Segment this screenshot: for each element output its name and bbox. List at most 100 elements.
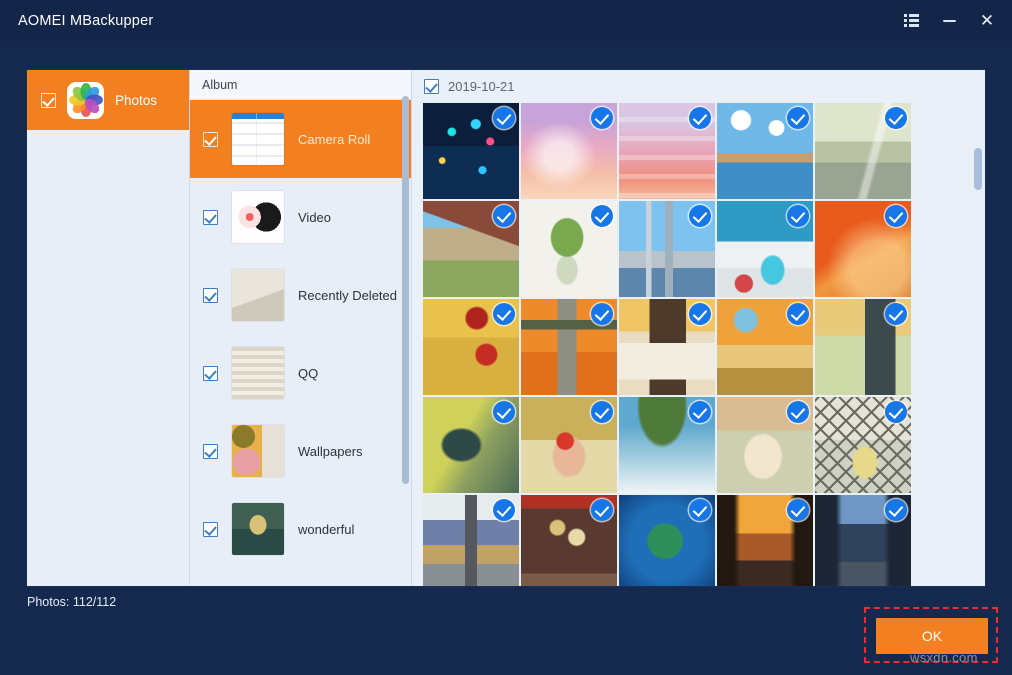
photo-thumbnail[interactable]	[521, 299, 617, 395]
album-item-label: Recently Deleted	[298, 288, 397, 303]
album-item-label: Video	[298, 210, 331, 225]
album-item-wallpapers[interactable]: Wallpapers	[190, 412, 411, 490]
album-thumbnail	[232, 347, 284, 399]
album-thumbnail	[232, 503, 284, 555]
photo-thumbnail[interactable]	[815, 299, 911, 395]
album-scrollbar[interactable]	[402, 96, 409, 484]
photos-checkbox[interactable]	[41, 93, 56, 108]
selected-check-icon	[885, 401, 907, 423]
photo-thumbnail[interactable]	[521, 397, 617, 493]
content-panel: Photos Album Camera Roll	[27, 70, 985, 586]
close-icon: ✕	[980, 12, 994, 29]
window-controls: ✕	[892, 0, 1006, 41]
selected-check-icon	[885, 205, 907, 227]
album-checkbox[interactable]	[203, 288, 218, 303]
selected-check-icon	[591, 107, 613, 129]
photo-grid-scrollbar[interactable]	[974, 148, 982, 190]
minimize-button[interactable]	[930, 5, 968, 37]
minimize-icon	[943, 20, 956, 22]
photo-thumbnail[interactable]	[619, 201, 715, 297]
photo-thumbnail[interactable]	[619, 495, 715, 586]
date-group-label: 2019-10-21	[448, 79, 515, 94]
selected-check-icon	[493, 401, 515, 423]
sidebar-item-photos[interactable]: Photos	[27, 70, 189, 130]
selected-check-icon	[591, 499, 613, 521]
app-title: AOMEI MBackupper	[18, 13, 153, 29]
album-item-label: wonderful	[298, 522, 354, 537]
selected-check-icon	[591, 205, 613, 227]
photo-thumbnail[interactable]	[717, 495, 813, 586]
selected-check-icon	[689, 499, 711, 521]
selected-check-icon	[689, 107, 711, 129]
photo-grid	[412, 103, 985, 586]
selected-check-icon	[689, 401, 711, 423]
album-checkbox[interactable]	[203, 522, 218, 537]
album-item-video[interactable]: Video	[190, 178, 411, 256]
menu-list-button[interactable]	[892, 5, 930, 37]
album-header-label: Album	[202, 78, 237, 92]
photo-thumbnail[interactable]	[717, 397, 813, 493]
photo-thumbnail[interactable]	[717, 299, 813, 395]
photo-thumbnail[interactable]	[423, 201, 519, 297]
selected-check-icon	[885, 303, 907, 325]
album-item-label: QQ	[298, 366, 318, 381]
application-window: AOMEI MBackupper ✕	[0, 0, 1012, 675]
selected-check-icon	[493, 303, 515, 325]
album-column: Album Camera Roll	[190, 70, 412, 586]
photo-thumbnail[interactable]	[815, 495, 911, 586]
selected-check-icon	[493, 205, 515, 227]
title-bar: AOMEI MBackupper ✕	[0, 0, 1012, 41]
selected-check-icon	[787, 303, 809, 325]
date-group-checkbox[interactable]	[424, 79, 439, 94]
album-list: Camera Roll Video Recent	[190, 100, 411, 586]
selected-check-icon	[787, 107, 809, 129]
photo-thumbnail[interactable]	[717, 201, 813, 297]
selected-check-icon	[885, 499, 907, 521]
list-icon	[904, 14, 919, 27]
photo-thumbnail[interactable]	[619, 397, 715, 493]
album-item-label: Camera Roll	[298, 132, 370, 147]
sidebar-item-label: Photos	[115, 93, 157, 108]
photo-thumbnail[interactable]	[619, 103, 715, 199]
photo-thumbnail[interactable]	[423, 495, 519, 586]
album-thumbnail	[232, 191, 284, 243]
selected-check-icon	[591, 401, 613, 423]
album-checkbox[interactable]	[203, 210, 218, 225]
photo-thumbnail[interactable]	[619, 299, 715, 395]
photo-thumbnail[interactable]	[815, 103, 911, 199]
date-group-header[interactable]: 2019-10-21	[412, 70, 985, 103]
selected-check-icon	[787, 401, 809, 423]
album-item-qq[interactable]: QQ	[190, 334, 411, 412]
album-item-recently-deleted[interactable]: Recently Deleted	[190, 256, 411, 334]
album-thumbnail	[232, 425, 284, 477]
selected-check-icon	[493, 499, 515, 521]
selected-check-icon	[787, 205, 809, 227]
album-checkbox[interactable]	[203, 444, 218, 459]
close-button[interactable]: ✕	[968, 5, 1006, 37]
album-item-camera-roll[interactable]: Camera Roll	[190, 100, 411, 178]
selected-check-icon	[885, 107, 907, 129]
selected-check-icon	[591, 303, 613, 325]
selected-check-icon	[493, 107, 515, 129]
album-checkbox[interactable]	[203, 132, 218, 147]
source-column: Photos	[27, 70, 190, 586]
photo-grid-column: 2019-10-21	[412, 70, 985, 586]
photo-thumbnail[interactable]	[815, 201, 911, 297]
photo-thumbnail[interactable]	[717, 103, 813, 199]
photo-thumbnail[interactable]	[423, 103, 519, 199]
status-text: Photos: 112/112	[27, 595, 116, 609]
album-checkbox[interactable]	[203, 366, 218, 381]
selected-check-icon	[689, 303, 711, 325]
photo-thumbnail[interactable]	[423, 397, 519, 493]
album-item-wonderful[interactable]: wonderful	[190, 490, 411, 568]
watermark: wsxdn.com	[910, 650, 978, 665]
photo-thumbnail[interactable]	[521, 495, 617, 586]
photo-thumbnail[interactable]	[521, 103, 617, 199]
photo-thumbnail[interactable]	[521, 201, 617, 297]
album-header: Album	[190, 70, 411, 100]
album-thumbnail	[232, 113, 284, 165]
ok-button[interactable]: OK	[876, 618, 988, 654]
photo-thumbnail[interactable]	[815, 397, 911, 493]
photo-thumbnail[interactable]	[423, 299, 519, 395]
selected-check-icon	[689, 205, 711, 227]
